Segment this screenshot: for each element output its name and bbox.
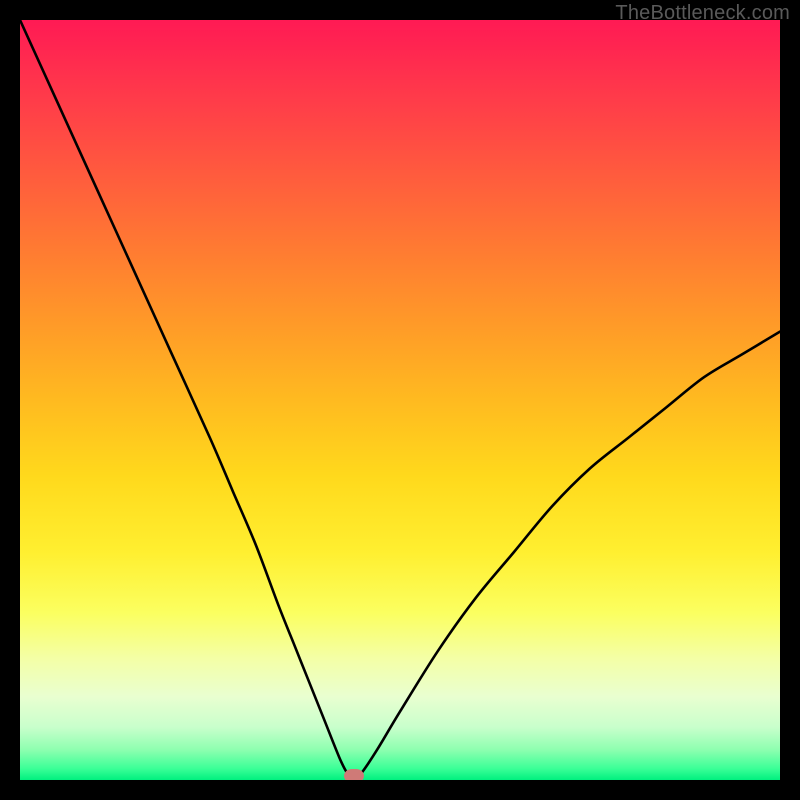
watermark-text: TheBottleneck.com <box>615 2 790 25</box>
plot-area <box>20 20 780 780</box>
chart-stage: TheBottleneck.com <box>0 0 800 800</box>
minimum-marker <box>344 769 364 780</box>
bottleneck-curve <box>20 20 780 780</box>
